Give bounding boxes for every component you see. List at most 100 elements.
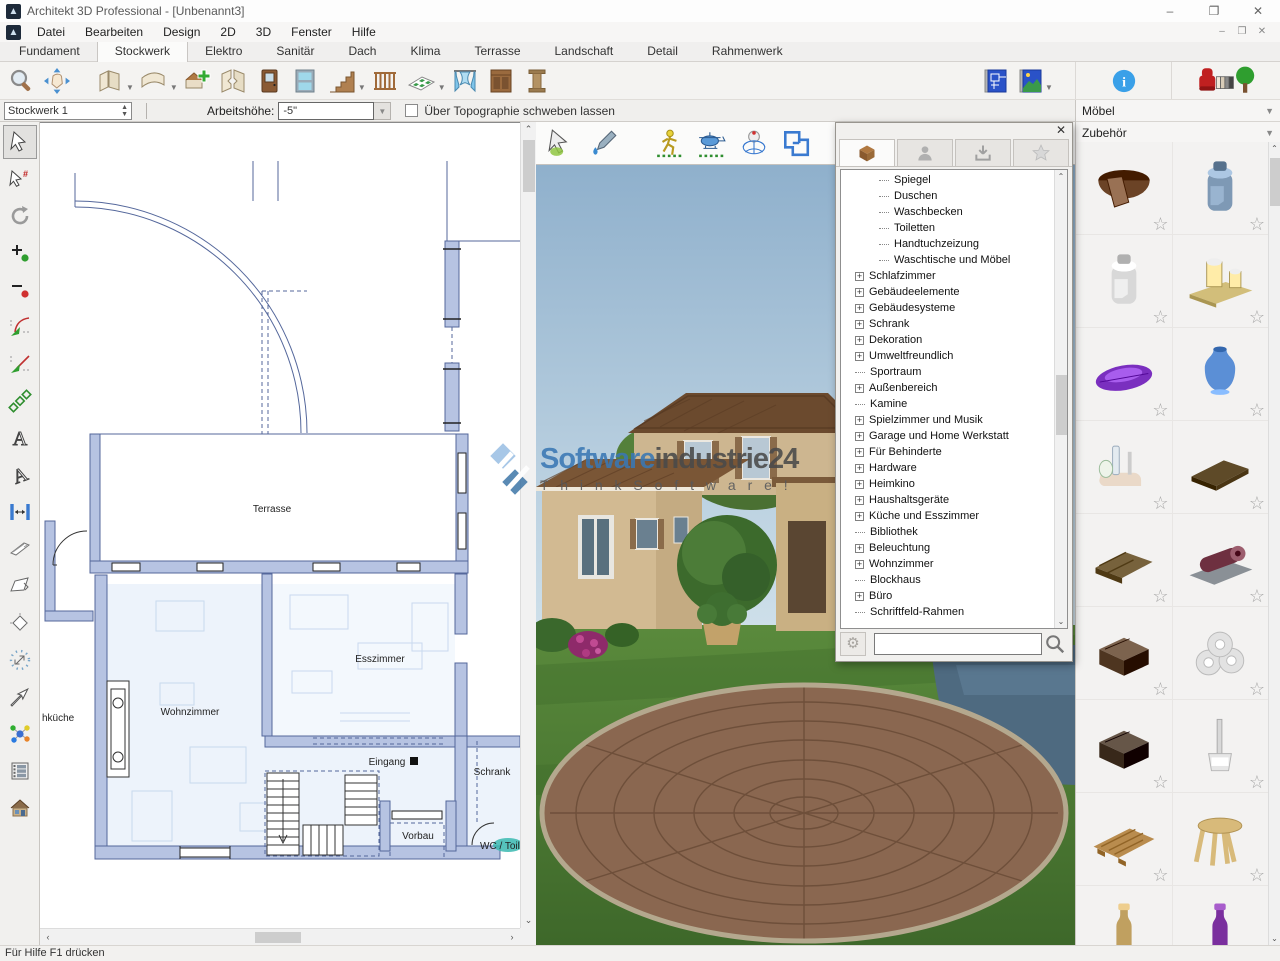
category-select[interactable]: Möbel ▼ <box>1076 100 1280 122</box>
mode-tab[interactable]: Sanitär <box>259 42 331 61</box>
floor-tool-button[interactable] <box>405 64 438 97</box>
curved-wall-dropdown-arrow[interactable]: ▼ <box>170 83 178 92</box>
topo-checkbox[interactable] <box>405 104 418 117</box>
restore-button[interactable]: ❐ <box>1192 0 1236 22</box>
favorite-star-icon[interactable]: ☆ <box>1249 307 1265 328</box>
mode-tab[interactable]: Fundament <box>2 42 97 61</box>
chain-tool-button[interactable] <box>3 384 37 418</box>
mode-tab[interactable]: Stockwerk <box>97 42 188 62</box>
library-item[interactable]: ☆ <box>1076 886 1172 945</box>
scroll-left-icon[interactable]: ‹ <box>40 932 56 942</box>
tree-item[interactable]: Waschtische und Möbel <box>841 252 1067 268</box>
mode-tab[interactable]: Elektro <box>188 42 259 61</box>
railing-tool-button[interactable] <box>369 64 402 97</box>
3d-view-button[interactable] <box>1013 64 1046 97</box>
stairs-dropdown-arrow[interactable]: ▼ <box>358 83 366 92</box>
favorite-star-icon[interactable]: ☆ <box>1249 214 1265 235</box>
scroll-down-icon[interactable]: ⌄ <box>521 913 536 928</box>
scroll-thumb[interactable] <box>255 932 301 943</box>
mdi-close-button[interactable]: ✕ <box>1252 23 1272 41</box>
pan-tool-button[interactable] <box>40 64 73 97</box>
expand-plus-icon[interactable]: + <box>855 336 864 345</box>
tree-item[interactable]: + Schlafzimmer <box>841 268 1067 284</box>
favorite-star-icon[interactable]: ☆ <box>1152 586 1168 607</box>
tree-item[interactable]: + Haushaltsgeräte <box>841 492 1067 508</box>
remove-point-tool-button[interactable] <box>3 273 37 307</box>
subcategory-select[interactable]: Zubehör ▼ <box>1076 122 1280 144</box>
search-settings-gear-icon[interactable]: ⚙ <box>840 632 866 656</box>
library-item[interactable]: ☆ <box>1076 607 1172 699</box>
floor-dropdown-arrow[interactable]: ▼ <box>438 83 446 92</box>
tree-item[interactable]: Schriftfeld-Rahmen <box>841 604 1067 620</box>
mode-tab[interactable]: Detail <box>630 42 695 61</box>
expand-plus-icon[interactable]: + <box>855 480 864 489</box>
tree-item[interactable]: Handtuchzeizung <box>841 236 1067 252</box>
tree-item[interactable]: + Gebäudeelemente <box>841 284 1067 300</box>
favorite-star-icon[interactable]: ☆ <box>1249 865 1265 886</box>
tree-item[interactable]: + Dekoration <box>841 332 1067 348</box>
favorite-star-icon[interactable]: ☆ <box>1152 214 1168 235</box>
expand-plus-icon[interactable]: + <box>855 512 864 521</box>
panel-scrollbar[interactable]: ⌃ ⌄ <box>1268 142 1280 945</box>
expand-plus-icon[interactable]: + <box>855 592 864 601</box>
tab-downloads[interactable] <box>955 139 1011 166</box>
library-item[interactable]: ☆ <box>1076 793 1172 885</box>
library-item[interactable]: ☆ <box>1173 328 1269 420</box>
favorite-star-icon[interactable]: ☆ <box>1249 586 1265 607</box>
rotated-text-tool-button[interactable]: A <box>3 458 37 492</box>
tree-item[interactable]: + Schrank <box>841 316 1067 332</box>
favorite-star-icon[interactable]: ☆ <box>1152 865 1168 886</box>
wall-tool-button[interactable] <box>93 64 126 97</box>
cabinet-tool-button[interactable] <box>485 64 518 97</box>
plan-canvas[interactable]: Terrasse Esszimmer Wohnzimmer Eingang Sc… <box>40 122 520 928</box>
mode-tab[interactable]: Klima <box>393 42 457 61</box>
tree-item[interactable]: + Spielzimmer und Musik <box>841 412 1067 428</box>
menu-item[interactable]: Design <box>153 22 210 42</box>
library-item[interactable]: ☆ <box>1076 421 1172 513</box>
library-item[interactable]: ☆ <box>1173 886 1269 945</box>
menu-item[interactable]: Bearbeiten <box>75 22 153 42</box>
select-tool-button[interactable] <box>3 125 37 159</box>
expand-plus-icon[interactable]: + <box>855 416 864 425</box>
orbit-view-tool-button[interactable] <box>736 125 772 161</box>
info-button[interactable]: i <box>1107 64 1140 97</box>
tab-favorites[interactable] <box>1013 139 1069 166</box>
library-item[interactable]: ☆ <box>1076 514 1172 606</box>
tree-item[interactable]: + Küche und Esszimmer <box>841 508 1067 524</box>
library-item[interactable]: ☆ <box>1076 328 1172 420</box>
animation-tool-button[interactable] <box>3 754 37 788</box>
curved-wall-tool-button[interactable] <box>137 64 170 97</box>
add-point-tool-button[interactable] <box>3 236 37 270</box>
tree-item[interactable]: + Für Behinderte <box>841 444 1067 460</box>
plan-horizontal-scrollbar[interactable]: ‹ › <box>40 928 520 945</box>
expand-plus-icon[interactable]: + <box>855 432 864 441</box>
library-item[interactable]: ☆ <box>1076 235 1172 327</box>
spinner-icon[interactable]: ▲▼ <box>121 104 128 118</box>
library-item[interactable]: ☆ <box>1173 421 1269 513</box>
diamond-measure-tool-button[interactable] <box>3 606 37 640</box>
text-tool-button[interactable]: A <box>3 421 37 455</box>
dimension-outline-tool-button[interactable] <box>3 532 37 566</box>
mode-tab[interactable]: Dach <box>331 42 393 61</box>
mode-tab[interactable]: Terrasse <box>457 42 537 61</box>
expand-plus-icon[interactable]: + <box>855 496 864 505</box>
expand-plus-icon[interactable]: + <box>855 544 864 553</box>
favorite-star-icon[interactable]: ☆ <box>1249 493 1265 514</box>
expand-plus-icon[interactable]: + <box>855 288 864 297</box>
wall-dropdown-arrow[interactable]: ▼ <box>126 83 134 92</box>
walkthrough-tool-button[interactable] <box>652 125 688 161</box>
library-item[interactable]: ☆ <box>1173 142 1269 234</box>
expand-plus-icon[interactable]: + <box>855 352 864 361</box>
tree-item[interactable]: Duschen <box>841 188 1067 204</box>
area-tool-button[interactable] <box>3 569 37 603</box>
dimension-tool-button[interactable] <box>3 495 37 529</box>
flyover-tool-button[interactable] <box>694 125 730 161</box>
favorite-star-icon[interactable]: ☆ <box>1152 679 1168 700</box>
expand-plus-icon[interactable]: + <box>855 384 864 393</box>
scroll-thumb[interactable] <box>523 140 535 192</box>
favorite-star-icon[interactable]: ☆ <box>1152 493 1168 514</box>
scroll-thumb[interactable] <box>1056 375 1067 435</box>
mode-tab[interactable]: Rahmenwerk <box>695 42 800 61</box>
scroll-up-icon[interactable]: ⌃ <box>1269 142 1280 155</box>
rotate-tool-button[interactable] <box>3 199 37 233</box>
